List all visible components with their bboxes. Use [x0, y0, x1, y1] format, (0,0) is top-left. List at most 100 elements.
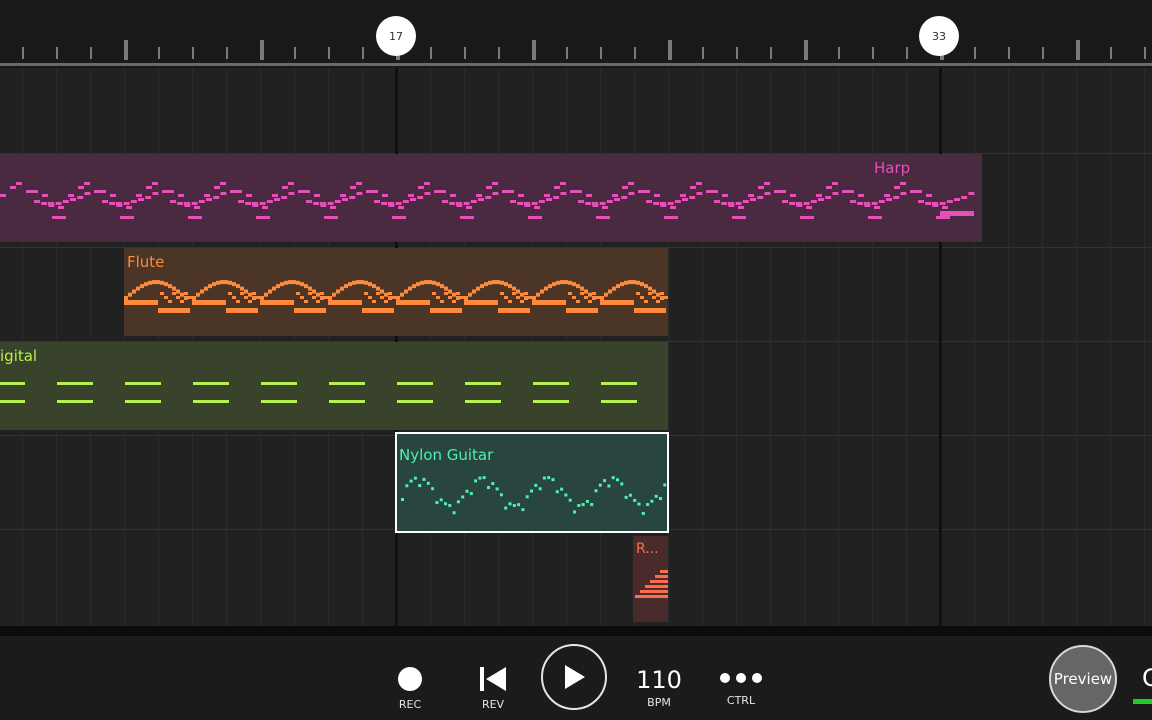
- clip-label-digital: igital: [0, 347, 38, 365]
- skip-back-icon: [480, 667, 506, 691]
- note: [396, 296, 400, 300]
- note: [946, 200, 953, 203]
- note: [248, 300, 252, 303]
- note: [204, 194, 210, 197]
- bar-marker-33[interactable]: 33: [919, 16, 959, 56]
- note: [758, 186, 764, 189]
- clip-harp[interactable]: Harp: [0, 154, 982, 242]
- play-button[interactable]: [541, 644, 607, 710]
- note: [491, 482, 495, 486]
- ruler-tick: [804, 40, 808, 60]
- note: [534, 483, 538, 487]
- note: [463, 202, 470, 205]
- note: [936, 216, 950, 219]
- note: [572, 282, 576, 287]
- note: [635, 595, 668, 598]
- ruler-tick: [22, 47, 24, 59]
- note: [320, 292, 324, 295]
- note: [487, 486, 490, 490]
- note: [274, 198, 280, 201]
- clip-r[interactable]: R...: [633, 536, 668, 622]
- transport-bar: REC REV 110 BPM CTRL Preview C: [0, 636, 1152, 720]
- note: [109, 202, 116, 205]
- note: [461, 495, 465, 499]
- note: [790, 194, 796, 197]
- rec-button[interactable]: REC: [393, 666, 427, 711]
- note-bass: [498, 308, 530, 313]
- note: [245, 202, 252, 205]
- note: [327, 202, 334, 205]
- note: [405, 484, 409, 488]
- note: [413, 476, 417, 480]
- note: [436, 282, 440, 287]
- note: [422, 477, 426, 481]
- clip-label-r: R...: [636, 541, 659, 557]
- note: [818, 198, 824, 201]
- note: [654, 494, 658, 498]
- note: [259, 202, 266, 205]
- lane-divider: [0, 626, 1152, 636]
- note: [312, 296, 316, 299]
- note: [482, 476, 486, 480]
- clip-nylon-guitar[interactable]: Nylon Guitar: [395, 432, 669, 533]
- note: [638, 190, 644, 193]
- note: [336, 289, 340, 294]
- note-bass: [600, 300, 634, 305]
- note: [228, 280, 232, 285]
- ruler-tick: [1076, 40, 1080, 60]
- note: [603, 479, 607, 483]
- note: [292, 280, 296, 285]
- note: [436, 296, 440, 299]
- note: [416, 282, 420, 287]
- note: [232, 282, 236, 287]
- note: [578, 200, 584, 203]
- note: [640, 282, 644, 287]
- preview-button[interactable]: Preview: [1049, 645, 1117, 713]
- note: [240, 286, 244, 291]
- track-lanes[interactable]: Harp Flute igital Nylon Guitar R...: [0, 68, 1152, 626]
- note: [894, 186, 900, 189]
- note: [826, 186, 832, 189]
- note: [546, 198, 552, 201]
- ruler-tick: [56, 47, 58, 59]
- note: [612, 286, 616, 291]
- rev-button[interactable]: REV: [476, 666, 510, 711]
- ruler-tick: [124, 40, 128, 60]
- note: [84, 182, 90, 185]
- note: [706, 190, 712, 193]
- note: [640, 296, 644, 299]
- clip-flute[interactable]: Flute: [124, 248, 668, 336]
- clip-digital[interactable]: igital: [0, 342, 668, 430]
- note: [544, 194, 550, 197]
- note: [342, 198, 348, 201]
- note: [650, 499, 654, 503]
- note: [70, 198, 76, 201]
- note-bass: [294, 308, 326, 313]
- note: [368, 296, 372, 299]
- timeline-ruler[interactable]: 17 33: [0, 0, 1152, 68]
- note: [660, 202, 666, 205]
- bar-marker-17[interactable]: 17: [376, 16, 416, 56]
- note: [732, 216, 746, 219]
- note: [590, 503, 594, 507]
- ctrl-button[interactable]: CTRL: [716, 672, 766, 707]
- note: [236, 300, 240, 303]
- note: [604, 292, 608, 297]
- note: [714, 200, 720, 203]
- note: [356, 182, 362, 185]
- note: [16, 182, 22, 185]
- note: [536, 292, 540, 297]
- note: [452, 292, 456, 297]
- note: [402, 200, 409, 203]
- note: [41, 202, 48, 205]
- note: [177, 202, 184, 205]
- note: [878, 200, 885, 203]
- note: [196, 292, 200, 297]
- note: [316, 292, 320, 297]
- note: [388, 296, 392, 300]
- bpm-control[interactable]: 110 BPM: [632, 666, 686, 709]
- note: [580, 292, 584, 295]
- note: [534, 206, 540, 209]
- note: [224, 280, 228, 285]
- note: [592, 292, 596, 295]
